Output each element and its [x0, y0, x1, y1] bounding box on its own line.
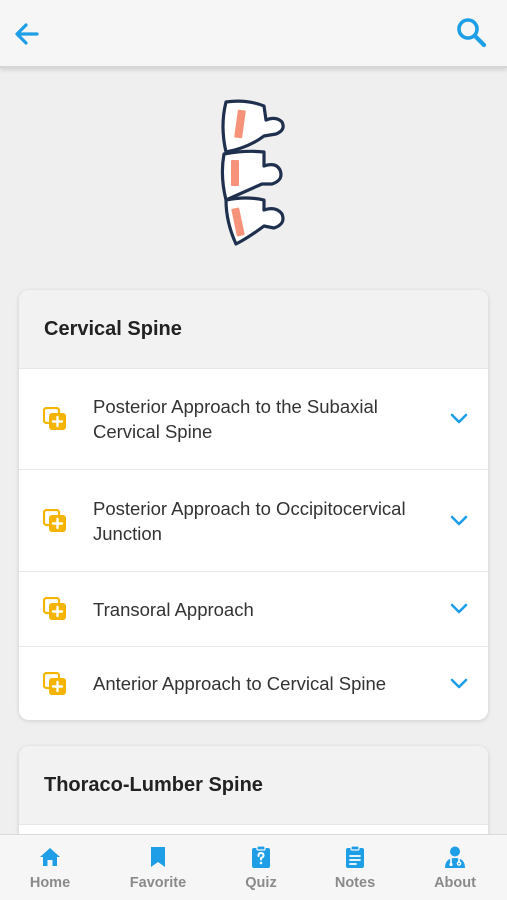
nav-home[interactable]: Home: [5, 835, 95, 900]
notes-clipboard-icon: [346, 845, 364, 868]
home-icon: [40, 848, 60, 866]
spine-vertebrae-icon: [220, 99, 285, 246]
add-to-collection-icon: [43, 407, 66, 430]
list-item[interactable]: Transoral Approach: [19, 571, 488, 646]
doctor-icon: [445, 846, 465, 868]
bookmark-icon: [151, 847, 165, 867]
nav-notes[interactable]: Notes: [310, 835, 400, 900]
spine-illustration: [214, 96, 294, 248]
arrow-left-icon: [15, 23, 39, 45]
bottom-navigation: Home Favorite Quiz Notes About: [0, 834, 507, 900]
nav-quiz[interactable]: Quiz: [216, 835, 306, 900]
chevron-down-icon[interactable]: [450, 678, 468, 690]
nav-label: Notes: [334, 875, 376, 891]
nav-label: Quiz: [245, 875, 277, 891]
add-to-collection-icon: [43, 508, 66, 532]
nav-label: About: [434, 875, 476, 891]
list-item-label: Posterior Approach to the Subaxial Cervi…: [93, 396, 378, 442]
top-app-bar: [0, 0, 507, 68]
section-title: Thoraco-Lumber Spine: [19, 746, 488, 824]
add-to-collection-icon: [43, 671, 66, 695]
list-item[interactable]: Anterior Approach to Cervical Spine: [19, 646, 488, 720]
nav-favorite[interactable]: Favorite: [113, 835, 203, 900]
nav-label: Home: [29, 875, 71, 891]
back-button[interactable]: [10, 16, 46, 52]
section-card-cervical-spine: Cervical Spine Posterior Approach to the…: [19, 290, 488, 720]
nav-label: Favorite: [129, 875, 187, 891]
nav-about[interactable]: About: [410, 835, 500, 900]
chevron-down-icon[interactable]: [450, 515, 468, 527]
list-item-label: Anterior Approach to Cervical Spine: [93, 673, 387, 694]
chevron-down-icon[interactable]: [450, 413, 468, 425]
list-item-label: Transoral Approach: [93, 598, 254, 620]
chevron-down-icon[interactable]: [450, 603, 468, 615]
list-item-label: Posterior Approach to Occipitocervical J…: [93, 497, 406, 544]
add-to-collection-icon: [43, 597, 66, 620]
search-icon: [457, 18, 487, 48]
list-item[interactable]: Posterior Approach to the Subaxial Cervi…: [19, 368, 488, 469]
quiz-clipboard-icon: [252, 845, 270, 868]
search-button[interactable]: [453, 14, 489, 50]
list-item[interactable]: Posterior Approach to Occipitocervical J…: [19, 469, 488, 571]
section-title: Cervical Spine: [19, 290, 488, 368]
